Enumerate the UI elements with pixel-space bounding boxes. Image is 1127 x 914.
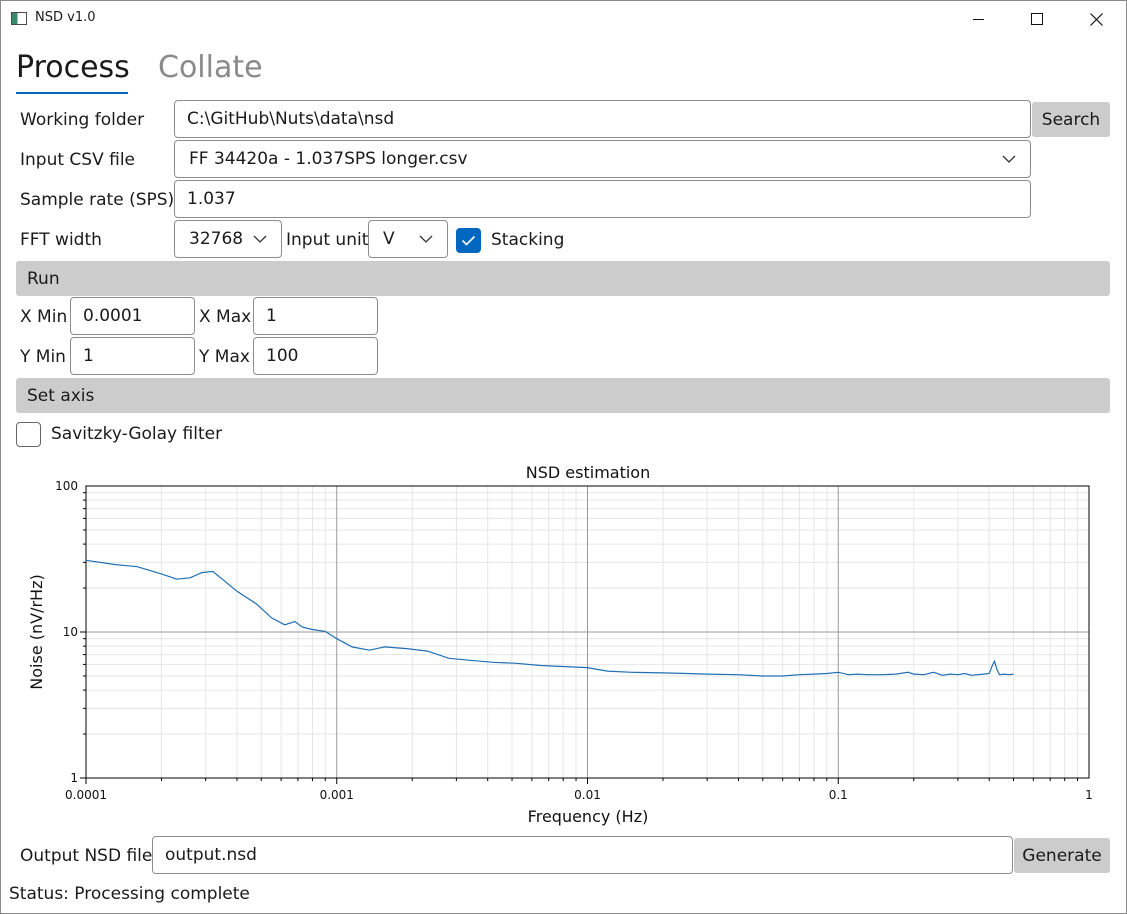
- minimize-icon: [972, 18, 984, 20]
- tab-process[interactable]: Process: [16, 50, 130, 85]
- y-tick-label: 1: [70, 771, 78, 785]
- nsd-series-line: [85, 559, 1014, 677]
- y-tick-label: 100: [55, 479, 78, 493]
- title-bar: NSD v1.0: [0, 0, 1127, 38]
- input-unit-label: Input unit: [286, 230, 369, 250]
- run-button[interactable]: Run: [16, 261, 1110, 296]
- x-axis-label: Frequency (Hz): [528, 807, 649, 826]
- nsd-chart[interactable]: NSD estimation 0.0001 0.001 0.01 0.1 1 1 10 100…: [0, 458, 1127, 830]
- savitzky-golay-label: Savitzky-Golay filter: [51, 424, 223, 444]
- maximize-button[interactable]: [1008, 0, 1066, 38]
- y-min-label: Y Min: [20, 347, 66, 367]
- app-icon: [11, 12, 27, 25]
- fft-width-dropdown[interactable]: 32768: [174, 220, 282, 258]
- x-tick-label: 1: [1085, 788, 1093, 802]
- working-folder-label: Working folder: [20, 110, 145, 130]
- x-tick-label: 0.001: [320, 788, 354, 802]
- status-text: Status: Processing complete: [9, 884, 250, 904]
- stacking-label: Stacking: [491, 230, 565, 250]
- y-axis-label: Noise (nV/rHz): [27, 574, 46, 689]
- chart-ticks: 0.0001 0.001 0.01 0.1 1 1 10 100: [55, 479, 1093, 802]
- sample-rate-input[interactable]: 1.037: [174, 180, 1031, 218]
- fft-width-label: FFT width: [20, 230, 102, 250]
- input-csv-value: FF 34420a - 1.037SPS longer.csv: [189, 149, 468, 169]
- working-folder-input[interactable]: C:\GitHub\Nuts\data\nsd: [174, 100, 1031, 138]
- tab-collate[interactable]: Collate: [158, 50, 263, 85]
- close-button[interactable]: [1067, 0, 1125, 38]
- y-max-input[interactable]: 100: [253, 337, 378, 375]
- window-title: NSD v1.0: [35, 10, 96, 25]
- output-file-label: Output NSD file: [20, 846, 153, 866]
- y-max-value: 100: [266, 346, 299, 366]
- x-tick-label: 0.1: [829, 788, 848, 802]
- sample-rate-label: Sample rate (SPS): [20, 190, 175, 210]
- output-file-value: output.nsd: [165, 845, 257, 865]
- y-min-value: 1: [83, 346, 94, 366]
- generate-button[interactable]: Generate: [1014, 838, 1110, 873]
- x-max-value: 1: [266, 306, 277, 326]
- chart-title: NSD estimation: [526, 463, 650, 482]
- savitzky-golay-checkbox[interactable]: [16, 422, 41, 447]
- x-min-input[interactable]: 0.0001: [70, 297, 195, 335]
- set-axis-button[interactable]: Set axis: [16, 378, 1110, 413]
- y-max-label: Y Max: [199, 347, 250, 367]
- close-icon: [1089, 12, 1103, 26]
- working-folder-value: C:\GitHub\Nuts\data\nsd: [187, 109, 395, 129]
- output-file-input[interactable]: output.nsd: [152, 836, 1013, 874]
- y-tick-label: 10: [63, 625, 78, 639]
- chevron-down-icon: [253, 235, 267, 243]
- minimize-button[interactable]: [949, 0, 1007, 38]
- input-unit-dropdown[interactable]: V: [368, 220, 448, 258]
- maximize-icon: [1031, 13, 1043, 25]
- checkmark-icon: [461, 235, 476, 246]
- y-min-input[interactable]: 1: [70, 337, 195, 375]
- search-button[interactable]: Search: [1032, 102, 1110, 137]
- stacking-checkbox[interactable]: [456, 228, 481, 253]
- nsd-chart-svg: NSD estimation 0.0001 0.001 0.01 0.1 1 1 10 100…: [27, 463, 1093, 826]
- sample-rate-value: 1.037: [187, 189, 236, 209]
- chevron-down-icon: [419, 235, 433, 243]
- x-min-label: X Min: [20, 307, 68, 327]
- input-csv-dropdown[interactable]: FF 34420a - 1.037SPS longer.csv: [174, 140, 1031, 178]
- fft-width-value: 32768: [189, 229, 244, 249]
- active-tab-indicator: [16, 92, 128, 94]
- x-max-input[interactable]: 1: [253, 297, 378, 335]
- x-max-label: X Max: [199, 307, 252, 327]
- chevron-down-icon: [1002, 155, 1016, 163]
- input-csv-label: Input CSV file: [20, 150, 136, 170]
- x-tick-label: 0.0001: [65, 788, 107, 802]
- chart-series: [85, 559, 1014, 677]
- x-min-value: 0.0001: [83, 306, 143, 326]
- x-tick-label: 0.01: [574, 788, 601, 802]
- input-unit-value: V: [383, 229, 395, 249]
